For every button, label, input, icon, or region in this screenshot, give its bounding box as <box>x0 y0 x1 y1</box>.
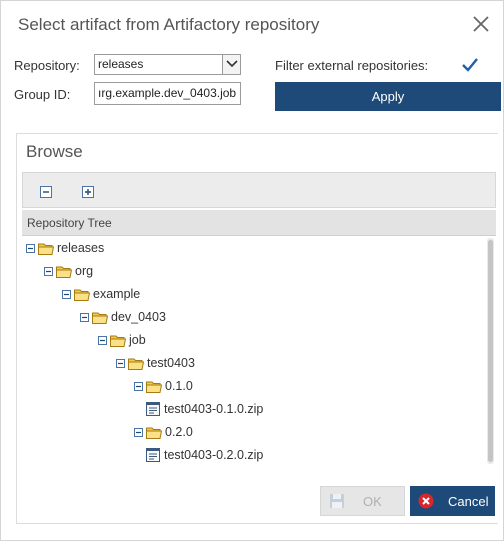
tree-folder-node[interactable]: test0403 <box>116 354 195 372</box>
group-id-value: ırg.example.dev_0403.job <box>98 86 237 100</box>
collapse-toggle-icon[interactable] <box>44 266 56 276</box>
browse-panel: Browse Repository Tree releases org exampl… <box>16 134 498 524</box>
save-icon <box>330 494 344 508</box>
dialog-title: Select artifact from Artifactory reposit… <box>18 15 320 34</box>
tree-folder-node[interactable]: dev_0403 <box>80 308 166 326</box>
cancel-button[interactable]: Cancel <box>410 486 495 516</box>
tree-node-label: dev_0403 <box>111 310 166 324</box>
folder-open-icon <box>110 334 129 347</box>
tree-node-label: job <box>129 333 146 347</box>
tree-node-label: test0403 <box>147 356 195 370</box>
chevron-down-icon[interactable] <box>222 55 240 74</box>
repository-label: Repository: <box>14 58 80 73</box>
tree-file-node[interactable]: test0403-0.2.0.zip <box>146 446 263 464</box>
close-icon[interactable] <box>470 13 492 35</box>
cancel-icon <box>418 493 434 509</box>
tree-node-label: 0.1.0 <box>165 379 193 393</box>
folder-open-icon <box>74 288 93 301</box>
apply-button[interactable]: Apply <box>275 82 501 111</box>
filter-external-checkbox[interactable] <box>461 56 479 74</box>
folder-open-icon <box>146 380 165 393</box>
tree-node-label: test0403-0.1.0.zip <box>164 402 264 416</box>
tree-node-label: example <box>93 287 141 301</box>
collapse-toggle-icon[interactable] <box>134 427 146 437</box>
ok-label: OK <box>363 493 382 509</box>
tree-folder-node[interactable]: 0.2.0 <box>134 423 193 441</box>
group-id-label: Group ID: <box>14 87 71 102</box>
tree-node-label: releases <box>57 241 105 255</box>
browse-title: Browse <box>26 142 83 161</box>
tree-node-label: 0.2.0 <box>165 425 193 439</box>
collapse-all-icon[interactable] <box>40 185 52 198</box>
tree-folder-node[interactable]: 0.1.0 <box>134 377 193 395</box>
collapse-toggle-icon[interactable] <box>98 335 110 345</box>
group-id-input[interactable]: ırg.example.dev_0403.job <box>94 82 241 105</box>
folder-open-icon <box>128 357 147 370</box>
folder-open-icon <box>146 426 165 439</box>
tree-folder-node[interactable]: job <box>98 331 146 349</box>
tree-toolbar <box>22 172 496 208</box>
tree-file-node[interactable]: test0403-0.1.0.zip <box>146 400 263 418</box>
cancel-label: Cancel <box>448 493 489 509</box>
tree-folder-node[interactable]: releases <box>26 239 104 257</box>
tree-node-label: test0403-0.2.0.zip <box>164 448 264 462</box>
tree-node-label: org <box>75 264 94 278</box>
tree-folder-node[interactable]: org <box>44 262 93 280</box>
folder-open-icon <box>56 265 75 278</box>
file-icon <box>146 448 164 462</box>
collapse-toggle-icon[interactable] <box>26 243 38 253</box>
checkmark-icon <box>462 58 478 72</box>
folder-open-icon <box>92 311 111 324</box>
folder-open-icon <box>38 242 57 255</box>
repository-select-value: releases <box>98 57 144 71</box>
collapse-toggle-icon[interactable] <box>80 312 92 322</box>
repository-tree-header: Repository Tree <box>22 210 496 236</box>
collapse-toggle-icon[interactable] <box>116 358 128 368</box>
file-icon <box>146 402 164 416</box>
artifact-select-dialog: Select artifact from Artifactory reposit… <box>0 0 504 541</box>
tree-scrollbar-thumb[interactable] <box>488 240 493 462</box>
ok-button: OK <box>320 486 405 516</box>
collapse-toggle-icon[interactable] <box>62 289 74 299</box>
expand-all-icon[interactable] <box>82 185 94 198</box>
repository-select[interactable]: releases <box>94 54 241 75</box>
tree-folder-node[interactable]: example <box>62 285 140 303</box>
filter-external-label: Filter external repositories: <box>275 58 429 73</box>
divider <box>16 523 498 524</box>
collapse-toggle-icon[interactable] <box>134 381 146 391</box>
